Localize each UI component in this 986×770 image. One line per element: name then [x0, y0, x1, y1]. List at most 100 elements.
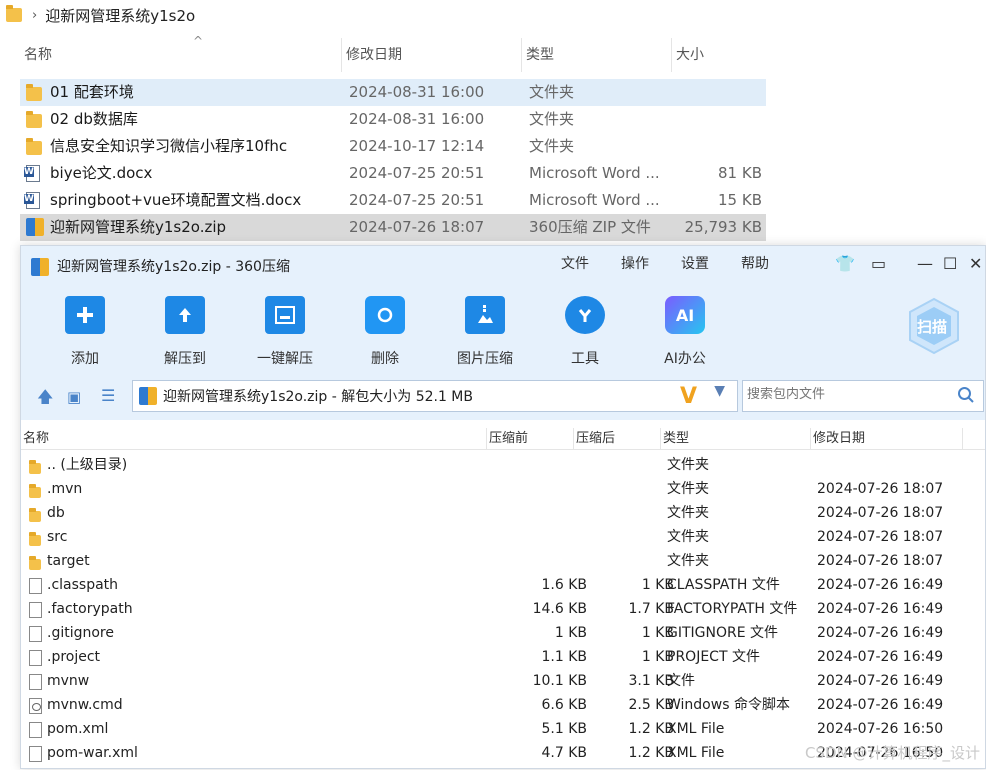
row-size-before: 1.1 KB: [541, 649, 588, 665]
skin-icon[interactable]: 👕: [835, 254, 855, 273]
up-arrow-icon[interactable]: 🡅: [37, 386, 53, 413]
chevron-down-icon[interactable]: ▼: [714, 383, 725, 399]
minimize-icon[interactable]: —: [917, 254, 933, 273]
table-row[interactable]: pom.xml 5.1 KB 1.2 KB XML File 2024-07-2…: [21, 717, 985, 741]
row-name: 迎新网管理系统y1s2o.zip: [50, 218, 227, 236]
table-row[interactable]: .factorypath 14.6 KB 1.7 KB FACTORYPATH …: [21, 597, 985, 621]
row-type: XML File: [667, 745, 725, 761]
scan-button[interactable]: 扫描: [904, 296, 964, 356]
explorer-row[interactable]: biye论文.docx 2024-07-25 20:51 Microsoft W…: [20, 160, 766, 187]
search-input[interactable]: [747, 387, 947, 402]
explorer-row[interactable]: 02 db数据库 2024-08-31 16:00 文件夹: [20, 106, 766, 133]
row-type: XML File: [667, 721, 725, 737]
row-name: 02 db数据库: [50, 110, 138, 128]
column-modified[interactable]: 修改日期: [342, 38, 522, 72]
column-modified[interactable]: 修改日期: [811, 428, 963, 450]
explorer-row[interactable]: 信息安全知识学习微信小程序10fhc 2024-10-17 12:14 文件夹: [20, 133, 766, 160]
row-date: 2024-08-31 16:00: [349, 110, 485, 128]
explorer-row[interactable]: 迎新网管理系统y1s2o.zip 2024-07-26 18:07 360压缩 …: [20, 214, 766, 241]
search-field[interactable]: [742, 380, 984, 412]
table-row[interactable]: src 文件夹 2024-07-26 18:07: [21, 525, 985, 549]
delete-button[interactable]: 删除: [345, 296, 425, 368]
row-date: 2024-07-25 20:51: [349, 191, 485, 209]
tools-icon: [565, 296, 605, 334]
column-size[interactable]: 大小: [672, 38, 770, 72]
add-button[interactable]: 添加: [45, 296, 125, 368]
row-date: 2024-07-25 20:51: [349, 164, 485, 182]
v-logo-icon[interactable]: V: [680, 384, 697, 409]
column-type[interactable]: 类型: [522, 38, 672, 72]
search-icon[interactable]: [957, 386, 975, 404]
breadcrumb[interactable]: › 迎新网管理系统y1s2o: [0, 0, 195, 30]
table-row[interactable]: .mvn 文件夹 2024-07-26 18:07: [21, 477, 985, 501]
window-title: 迎新网管理系统y1s2o.zip - 360压缩: [57, 259, 290, 275]
row-name: 01 配套环境: [50, 83, 134, 101]
list-view-icon[interactable]: ☰: [101, 386, 115, 405]
menu-settings[interactable]: 设置: [681, 246, 709, 284]
column-name[interactable]: 名称: [20, 38, 342, 72]
row-type: Microsoft Word ...: [529, 191, 660, 209]
row-name: 信息安全知识学习微信小程序10fhc: [50, 137, 288, 155]
cmd-file-icon: [29, 698, 42, 714]
row-date: 2024-07-26 18:07: [817, 505, 944, 521]
column-type[interactable]: 类型: [661, 428, 811, 450]
thumbnail-view-icon[interactable]: ▣: [67, 388, 81, 406]
archive-path-field[interactable]: 迎新网管理系统y1s2o.zip - 解包大小为 52.1 MB V ▼: [132, 380, 738, 412]
table-row[interactable]: db 文件夹 2024-07-26 18:07: [21, 501, 985, 525]
title-bar[interactable]: 迎新网管理系统y1s2o.zip - 360压缩 文件 操作 设置 帮助 👕 ▭…: [21, 246, 985, 286]
row-name: target: [47, 553, 90, 569]
one-click-extract-button[interactable]: 一键解压: [245, 296, 325, 368]
row-name: mvnw.cmd: [47, 697, 123, 713]
row-size: 81 KB: [718, 164, 762, 182]
zip-icon: [26, 218, 44, 236]
row-date: 2024-07-26 16:49: [817, 673, 944, 689]
row-date: 2024-10-17 12:14: [349, 137, 485, 155]
row-type: 文件夹: [667, 457, 709, 473]
row-name: .project: [47, 649, 101, 665]
image-compress-button[interactable]: 图片压缩: [445, 296, 525, 368]
table-row[interactable]: target 文件夹 2024-07-26 18:07: [21, 549, 985, 573]
tools-button[interactable]: 工具: [545, 296, 625, 368]
explorer-row[interactable]: springboot+vue环境配置文档.docx 2024-07-25 20:…: [20, 187, 766, 214]
extract-to-button[interactable]: 解压到: [145, 296, 225, 368]
row-name: pom.xml: [47, 721, 109, 737]
column-before[interactable]: 压缩前: [487, 428, 574, 450]
column-after[interactable]: 压缩后: [574, 428, 661, 450]
row-date: 2024-07-26 18:07: [817, 529, 944, 545]
column-name[interactable]: 名称: [21, 428, 487, 450]
row-name: pom-war.xml: [47, 745, 138, 761]
table-row[interactable]: mvnw.cmd 6.6 KB 2.5 KB Windows 命令脚本 2024…: [21, 693, 985, 717]
file-icon: [29, 674, 42, 690]
file-icon: [29, 650, 42, 666]
ai-office-icon: AI: [665, 296, 705, 334]
close-icon[interactable]: ✕: [969, 254, 982, 273]
row-type: 360压缩 ZIP 文件: [529, 218, 651, 236]
delete-icon: [365, 296, 405, 334]
row-type: Microsoft Word ...: [529, 164, 660, 182]
explorer-column-header: ^ 名称 修改日期 类型 大小: [20, 34, 770, 72]
row-size: 15 KB: [718, 191, 762, 209]
row-size-before: 1.6 KB: [541, 577, 588, 593]
menu-operate[interactable]: 操作: [621, 246, 649, 284]
ai-office-button[interactable]: AI AI办公: [645, 296, 725, 368]
table-row[interactable]: .project 1.1 KB 1 KB PROJECT 文件 2024-07-…: [21, 645, 985, 669]
row-type: 文件夹: [667, 529, 709, 545]
table-row[interactable]: .gitignore 1 KB 1 KB GITIGNORE 文件 2024-0…: [21, 621, 985, 645]
table-row[interactable]: mvnw 10.1 KB 3.1 KB 文件 2024-07-26 16:49: [21, 669, 985, 693]
table-row[interactable]: .classpath 1.6 KB 1 KB CLASSPATH 文件 2024…: [21, 573, 985, 597]
row-name: .factorypath: [47, 601, 133, 617]
row-size-before: 6.6 KB: [541, 697, 588, 713]
menu-file[interactable]: 文件: [561, 246, 589, 284]
feedback-icon[interactable]: ▭: [871, 254, 886, 273]
folder-icon: [26, 137, 42, 155]
tool-label: 图片压缩: [457, 351, 513, 367]
file-icon: [29, 722, 42, 738]
row-type: PROJECT 文件: [667, 649, 760, 665]
menu-help[interactable]: 帮助: [741, 246, 769, 284]
breadcrumb-current[interactable]: 迎新网管理系统y1s2o: [45, 5, 195, 26]
table-row[interactable]: .. (上级目录) 文件夹: [21, 453, 985, 477]
tool-label: 删除: [371, 351, 399, 367]
explorer-row[interactable]: 01 配套环境 2024-08-31 16:00 文件夹: [20, 79, 766, 106]
file-icon: [29, 746, 42, 762]
maximize-icon[interactable]: ☐: [943, 254, 957, 273]
